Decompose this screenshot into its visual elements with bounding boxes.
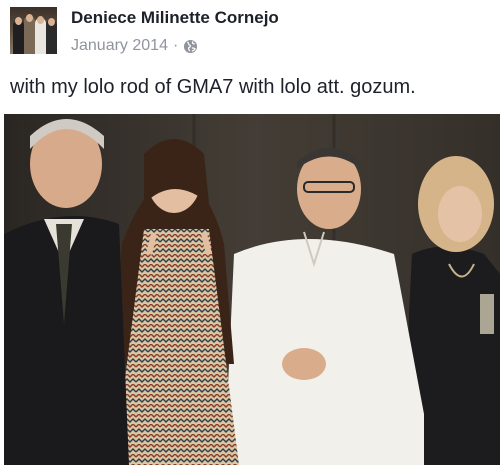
post-meta: January 2014 · [71, 36, 198, 56]
globe-icon[interactable] [183, 39, 198, 54]
meta-separator: · [172, 37, 179, 54]
post-photo[interactable] [4, 114, 500, 465]
post-header: Deniece Milinette Cornejo January 2014 · [0, 0, 500, 66]
post-text: with my lolo rod of GMA7 with lolo att. … [10, 76, 416, 98]
avatar[interactable] [10, 7, 57, 54]
author-name[interactable]: Deniece Milinette Cornejo [71, 8, 279, 28]
post-date[interactable]: January 2014 [71, 37, 168, 55]
